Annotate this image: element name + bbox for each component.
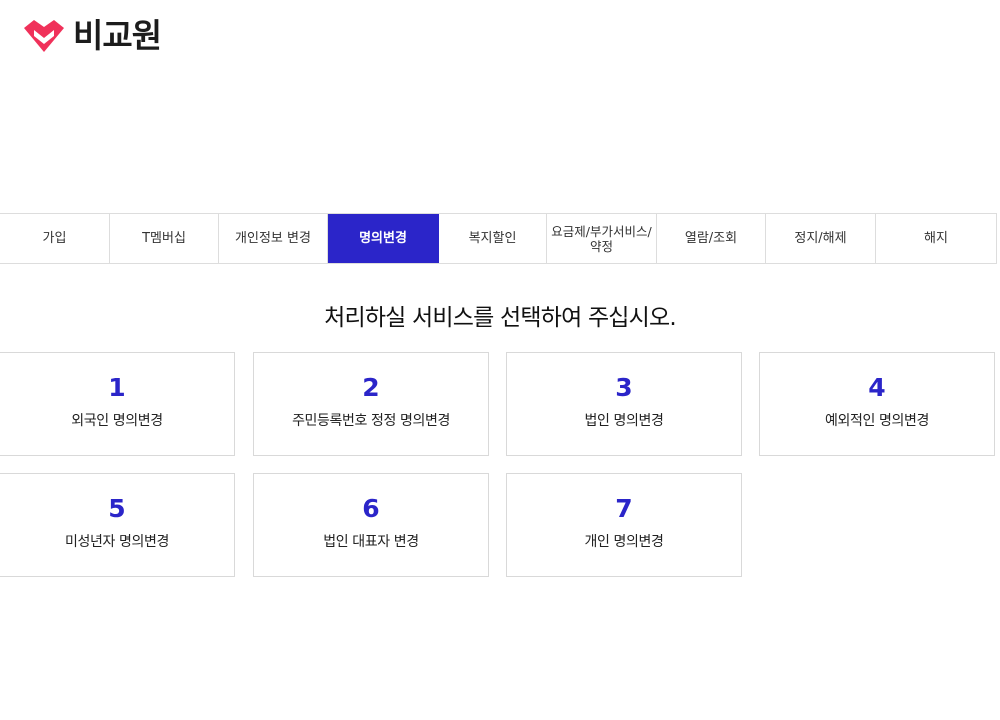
category-tabs: 가입 T멤버십 개인정보 변경 명의변경 복지할인 요금제/부가서비스/약정 열… (0, 213, 997, 264)
option-card-minor[interactable]: 5 미성년자 명의변경 (0, 473, 235, 577)
option-number: 4 (868, 373, 886, 402)
tab-join[interactable]: 가입 (0, 214, 110, 263)
tab-welfare-discount[interactable]: 복지할인 (439, 214, 547, 263)
option-label: 예외적인 명의변경 (825, 413, 929, 429)
option-card-rrn-correction[interactable]: 2 주민등록번호 정정 명의변경 (253, 352, 489, 456)
tab-t-membership[interactable]: T멤버십 (110, 214, 219, 263)
brand-logo[interactable]: 비교원 (20, 16, 162, 56)
option-label: 개인 명의변경 (584, 534, 664, 550)
option-card-corporate-representative[interactable]: 6 법인 대표자 변경 (253, 473, 489, 577)
tab-personal-info-change[interactable]: 개인정보 변경 (219, 214, 328, 263)
option-card-corporate[interactable]: 3 법인 명의변경 (506, 352, 742, 456)
tab-name-change[interactable]: 명의변경 (328, 214, 439, 263)
option-label: 미성년자 명의변경 (65, 534, 169, 550)
option-card-exceptional[interactable]: 4 예외적인 명의변경 (759, 352, 995, 456)
option-label: 법인 대표자 변경 (323, 534, 419, 550)
option-number: 3 (615, 373, 633, 402)
heart-logo-icon (24, 20, 64, 52)
option-label: 외국인 명의변경 (71, 413, 163, 429)
option-label: 주민등록번호 정정 명의변경 (292, 413, 450, 429)
tab-cancel[interactable]: 해지 (876, 214, 996, 263)
option-number: 1 (108, 373, 126, 402)
option-number: 6 (362, 494, 380, 523)
page-heading: 처리하실 서비스를 선택하여 주십시오. (324, 305, 677, 331)
tab-view-inquiry[interactable]: 열람/조회 (657, 214, 766, 263)
option-number: 5 (108, 494, 126, 523)
brand-name: 비교원 (73, 16, 162, 55)
tab-plan-addon-contract[interactable]: 요금제/부가서비스/약정 (547, 214, 657, 263)
option-card-foreigner[interactable]: 1 외국인 명의변경 (0, 352, 235, 456)
option-label: 법인 명의변경 (584, 413, 664, 429)
tab-suspend-release[interactable]: 정지/해제 (766, 214, 876, 263)
option-number: 2 (362, 373, 380, 402)
option-number: 7 (615, 494, 633, 523)
option-card-individual[interactable]: 7 개인 명의변경 (506, 473, 742, 577)
